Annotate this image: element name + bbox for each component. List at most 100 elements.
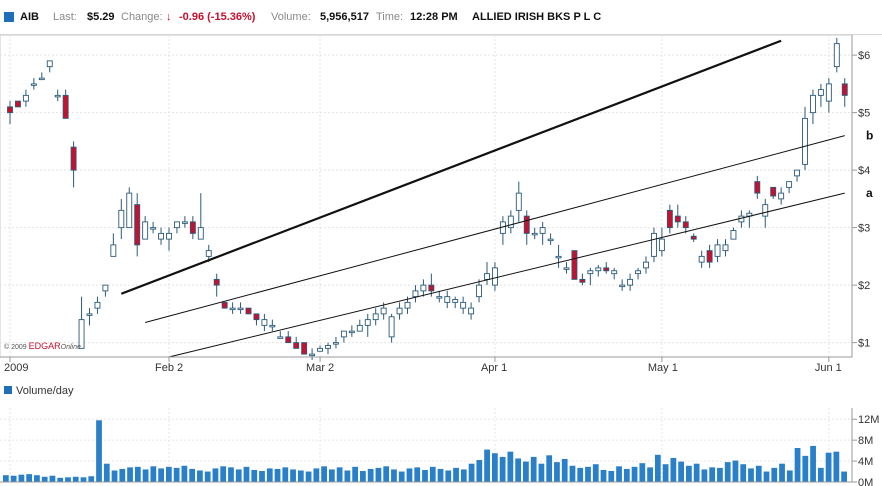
- candle: [436, 290, 443, 303]
- candle-body-down: [245, 307, 252, 315]
- volume-bar: [802, 455, 809, 482]
- candle: [547, 233, 554, 245]
- volume-bar: [554, 462, 560, 482]
- volume-bar: [794, 448, 801, 482]
- candle-body-up: [380, 307, 387, 315]
- volume-bar: [841, 471, 847, 482]
- date-tick-label: Feb 2: [155, 362, 183, 374]
- company-name: ALLIED IRISH BKS P L C: [472, 11, 602, 23]
- volume-bar: [631, 466, 638, 482]
- candle: [817, 83, 824, 107]
- candle: [579, 273, 586, 286]
- volume-bar: [639, 463, 646, 482]
- candle-body-down: [690, 235, 697, 240]
- candle-body-up: [229, 307, 236, 311]
- candle-body-down: [770, 186, 777, 197]
- candle-body-down: [706, 250, 713, 263]
- candle: [372, 308, 379, 326]
- candle: [674, 204, 681, 228]
- volume-bar: [150, 466, 157, 482]
- candle-body-down: [14, 100, 21, 108]
- candle-body-up: [388, 316, 395, 338]
- volume-bar: [251, 469, 258, 482]
- volume-bar: [623, 468, 630, 482]
- candle: [118, 198, 125, 240]
- volume-bar: [817, 467, 824, 482]
- volume-bar: [398, 471, 405, 482]
- candle: [102, 284, 109, 297]
- price-tick-label: $3: [858, 223, 870, 235]
- volume-bar: [197, 470, 203, 482]
- candle: [523, 210, 530, 245]
- candle-body-up: [356, 324, 363, 332]
- candle: [499, 216, 506, 245]
- candles: [7, 37, 848, 360]
- volume-bar: [220, 466, 227, 482]
- candle: [221, 301, 228, 309]
- date-axis-labels: 2009 Feb 2 Mar 2 Apr 1 May 1 Jun 1: [4, 357, 842, 374]
- candle-body-up: [698, 255, 705, 263]
- price-tick-label: $4: [858, 165, 870, 177]
- volume-label: Volume:: [271, 11, 311, 23]
- price-chart: $1$2$3$4$5$6 ba © 2009 EDGAROnline: [0, 35, 873, 360]
- candle: [14, 100, 21, 108]
- volume-bar: [352, 466, 359, 482]
- candle-body-up: [166, 232, 172, 240]
- candle: [778, 187, 785, 205]
- candle-body-down: [213, 278, 220, 286]
- date-tick-label: Mar 2: [306, 362, 334, 374]
- candle-body-up: [261, 319, 268, 326]
- volume-bar: [569, 465, 576, 482]
- candle: [802, 106, 808, 171]
- candle: [364, 313, 371, 337]
- volume-bar: [34, 475, 40, 482]
- volume-bar: [662, 464, 669, 482]
- volume-bar: [546, 455, 553, 482]
- volume-tick-label: 12M: [858, 414, 879, 426]
- volume-bar: [608, 471, 615, 482]
- volume-bar: [72, 476, 79, 482]
- candle-body-up: [420, 284, 427, 292]
- candle: [333, 336, 339, 349]
- candle-body-up: [825, 83, 832, 102]
- candle: [245, 307, 252, 315]
- volume-bar: [468, 463, 475, 482]
- candle-body-down: [301, 342, 308, 355]
- candle: [126, 187, 133, 229]
- candle: [730, 227, 737, 240]
- candle-body-up: [778, 192, 785, 200]
- volume-bar: [119, 468, 126, 482]
- candle-body-up: [348, 330, 355, 334]
- date-tick-label: May 1: [648, 362, 678, 374]
- volume-bar: [336, 467, 343, 482]
- candle: [690, 233, 697, 242]
- trendline-upper: [120, 39, 782, 295]
- candle: [492, 262, 498, 291]
- volume-bar: [375, 467, 382, 482]
- candle: [651, 227, 657, 263]
- candle: [78, 296, 85, 349]
- candle-body-up: [412, 290, 419, 298]
- candle: [7, 101, 13, 125]
- candle: [603, 262, 610, 274]
- candle: [515, 181, 522, 222]
- candle-body-up: [333, 342, 339, 345]
- volume-bar: [732, 460, 739, 482]
- volume-bar: [670, 457, 677, 482]
- candle-body-up: [817, 89, 824, 96]
- volume-bar: [297, 470, 304, 482]
- candle: [110, 233, 117, 257]
- candle-body-up: [722, 244, 729, 252]
- volume-bar: [88, 476, 95, 482]
- candle-body-down: [293, 342, 300, 349]
- volume-bar: [499, 456, 506, 482]
- candle-body-up: [730, 230, 737, 240]
- quote-header: AIB Last: $5.29 Change: ↓ -0.96 (-15.36%…: [0, 0, 882, 35]
- candle: [444, 290, 451, 309]
- candle-body-up: [237, 307, 244, 311]
- candle-body-up: [635, 270, 641, 275]
- candle: [189, 216, 196, 240]
- candle: [30, 78, 37, 90]
- volume-bar: [282, 467, 289, 482]
- volume-bar: [290, 469, 296, 482]
